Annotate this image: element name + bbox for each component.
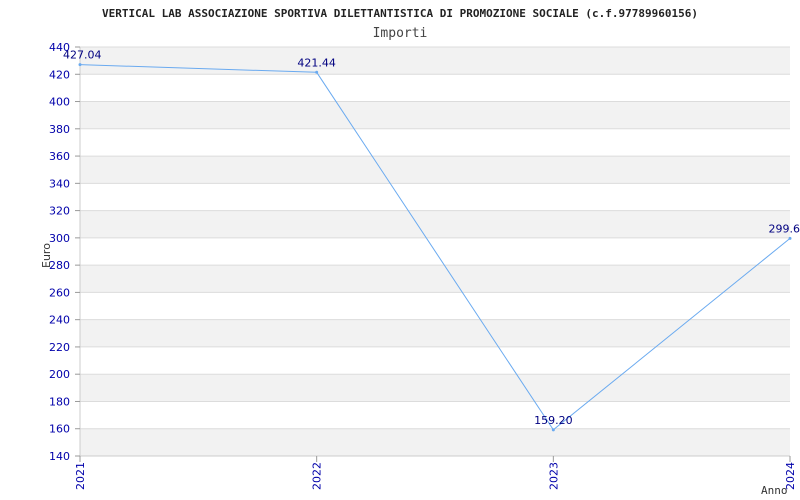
x-axis-label: Anno [761,484,788,497]
grid-band [80,47,790,75]
y-tick-label: 260 [49,286,70,299]
y-tick-label: 400 [49,96,70,109]
data-label: 421.44 [297,56,336,69]
data-point [788,236,792,240]
y-tick-label: 320 [49,205,70,218]
x-axis-ticks: 2021 2022 2023 2024 [74,456,797,490]
grid-band [80,265,790,293]
chart-title: VERTICAL LAB ASSOCIAZIONE SPORTIVA DILET… [102,7,698,20]
grid-band [80,428,790,456]
data-label: 159.20 [534,414,573,427]
y-tick-label: 160 [49,423,70,436]
y-tick-label: 240 [49,314,70,327]
grid-band [80,374,790,402]
y-tick-label: 300 [49,232,70,245]
x-tick-label: 2023 [547,462,560,490]
y-tick-label: 220 [49,341,70,354]
grid-band [80,210,790,238]
y-tick-label: 340 [49,177,70,190]
y-tick-label: 140 [49,450,70,463]
y-axis-ticks: 1401601802002202402602803003203403603804… [49,41,80,463]
data-point [551,428,555,432]
grid-band [80,101,790,129]
chart-subtitle: Importi [373,26,428,41]
y-axis-label: Euro [40,243,53,268]
data-point [315,70,319,74]
data-point [78,63,82,67]
grid-band [80,156,790,184]
y-tick-label: 200 [49,368,70,381]
y-tick-label: 420 [49,68,70,81]
line-chart: VERTICAL LAB ASSOCIAZIONE SPORTIVA DILET… [40,7,800,497]
x-tick-label: 2021 [74,462,87,490]
y-tick-label: 380 [49,123,70,136]
grid-band [80,319,790,347]
x-tick-label: 2022 [311,462,324,490]
y-tick-label: 180 [49,395,70,408]
data-label: 299.6 [769,222,800,235]
data-label: 427.04 [63,49,102,62]
y-tick-label: 360 [49,150,70,163]
